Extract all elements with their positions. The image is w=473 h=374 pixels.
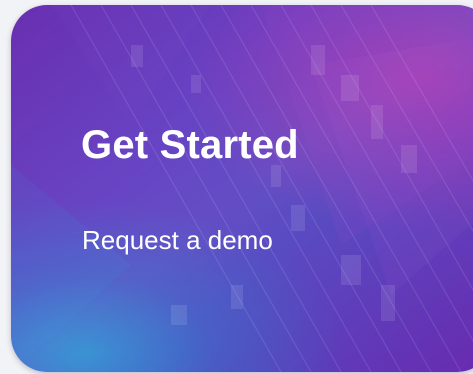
card-title: Get Started [81, 123, 299, 167]
request-demo-link[interactable]: Request a demo [82, 225, 273, 256]
get-started-card[interactable]: Get Started Request a demo [11, 5, 473, 372]
card-content: Get Started Request a demo [11, 5, 473, 372]
